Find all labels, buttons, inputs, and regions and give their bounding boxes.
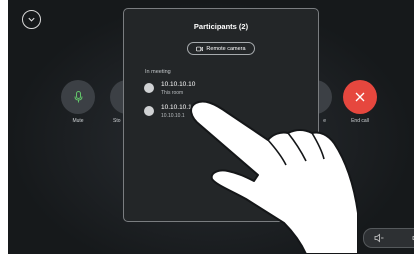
mute-label: Mute bbox=[72, 118, 84, 124]
video-camera-icon bbox=[196, 46, 204, 51]
participant-name: 10.10.10.10 bbox=[161, 81, 196, 88]
speaker-icon[interactable] bbox=[374, 233, 384, 243]
volume-control[interactable] bbox=[363, 228, 414, 248]
participant-subtitle: This room bbox=[161, 90, 184, 96]
hand-pointer-illustration bbox=[190, 100, 358, 254]
avatar bbox=[144, 106, 154, 116]
mute-control[interactable]: Mute bbox=[61, 80, 95, 124]
remote-camera-button[interactable]: Remote camera bbox=[187, 42, 255, 55]
chevron-down-icon bbox=[28, 17, 35, 22]
call-screen: Mute Sto e End call Participants (2) Rem… bbox=[8, 0, 414, 254]
avatar bbox=[144, 83, 154, 93]
section-label: In meeting bbox=[145, 69, 171, 75]
microphone-icon bbox=[74, 91, 82, 103]
remote-camera-label: Remote camera bbox=[206, 45, 246, 52]
mute-button[interactable] bbox=[61, 80, 95, 114]
panel-title: Participants (2) bbox=[193, 22, 249, 31]
participant-subtitle: 10.10.10.1 bbox=[161, 113, 185, 119]
minimize-button[interactable] bbox=[22, 10, 41, 29]
